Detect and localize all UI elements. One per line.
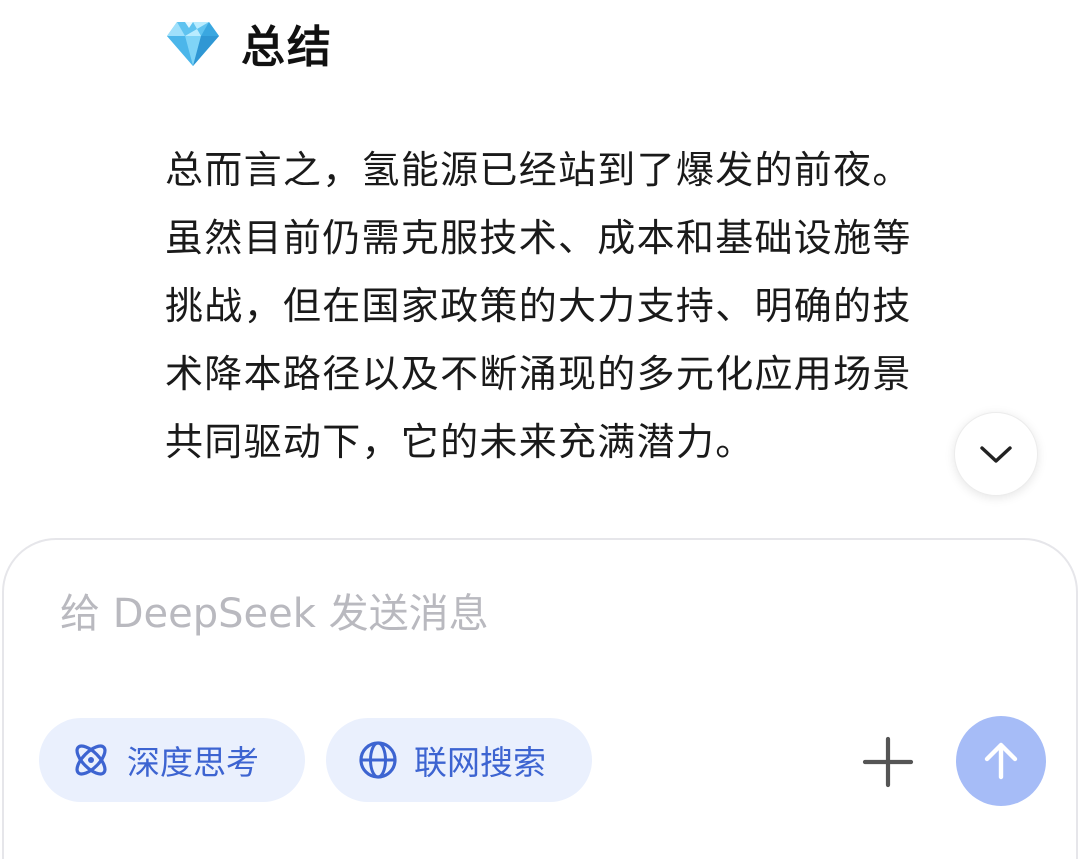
summary-line: 虽然目前仍需克服技术、成本和基础设施等 <box>165 216 912 260</box>
arrow-up-icon <box>984 742 1018 780</box>
scroll-to-bottom-button[interactable] <box>954 412 1038 496</box>
summary-line: 共同驱动下，它的未来充满潜力。 <box>165 420 755 464</box>
gem-icon <box>165 18 221 68</box>
summary-paragraph: 总而言之，氢能源已经站到了爆发的前夜。 虽然目前仍需克服技术、成本和基础设施等 … <box>165 136 1045 476</box>
atom-icon <box>69 738 113 782</box>
section-heading: 总结 <box>165 14 333 73</box>
web-search-toggle[interactable]: 联网搜索 <box>326 718 592 802</box>
section-title: 总结 <box>241 22 333 73</box>
message-input[interactable] <box>60 584 860 644</box>
summary-line: 总而言之，氢能源已经站到了爆发的前夜。 <box>165 148 912 192</box>
chevron-down-icon <box>980 446 1012 463</box>
summary-line: 术降本路径以及不断涌现的多元化应用场景 <box>165 352 912 396</box>
deep-think-label: 深度思考 <box>127 743 259 782</box>
globe-icon <box>356 738 400 782</box>
summary-line: 挑战，但在国家政策的大力支持、明确的技 <box>165 284 912 328</box>
message-composer: 深度思考 联网搜索 <box>2 538 1078 859</box>
send-button[interactable] <box>956 716 1046 806</box>
plus-icon <box>862 736 914 788</box>
deep-think-toggle[interactable]: 深度思考 <box>39 718 305 802</box>
chat-page: 总结 总而言之，氢能源已经站到了爆发的前夜。 虽然目前仍需克服技术、成本和基础设… <box>0 0 1080 859</box>
attach-button[interactable] <box>860 734 916 790</box>
web-search-label: 联网搜索 <box>414 743 546 782</box>
